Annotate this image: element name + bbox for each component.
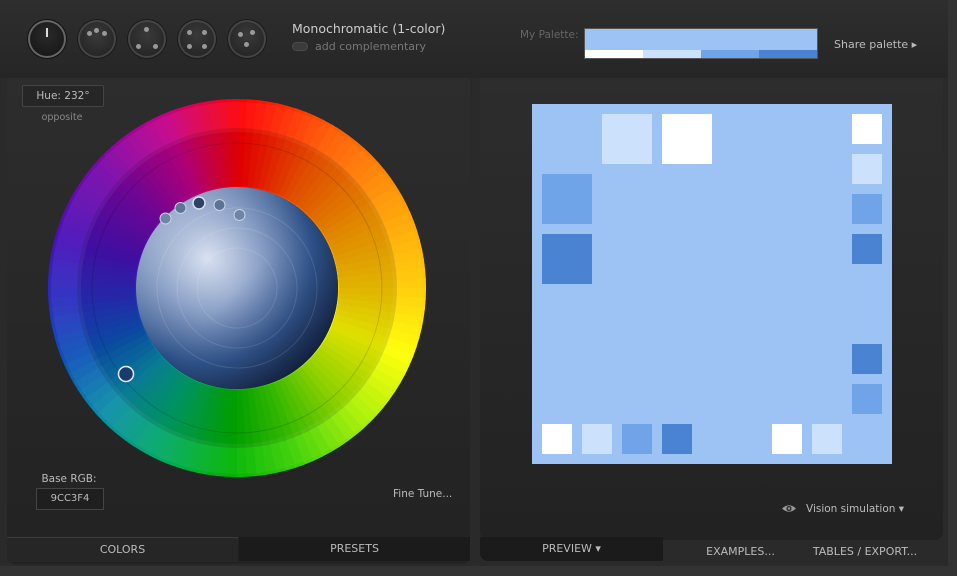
palette-swatch bbox=[759, 50, 817, 58]
palette-swatch bbox=[701, 50, 759, 58]
my-palette-strip[interactable] bbox=[585, 29, 817, 58]
color-wheel[interactable] bbox=[48, 99, 426, 477]
shade-handle[interactable] bbox=[159, 212, 172, 225]
adjacent-scheme-icon[interactable] bbox=[78, 20, 116, 58]
tab-examples[interactable]: EXAMPLES... bbox=[663, 540, 818, 564]
fine-tune-button[interactable]: Fine Tune... bbox=[393, 488, 452, 500]
palette-swatch bbox=[643, 50, 701, 58]
base-color-handle[interactable] bbox=[192, 196, 206, 210]
hue-handle[interactable] bbox=[117, 365, 135, 383]
tab-colors[interactable]: COLORS bbox=[7, 537, 238, 562]
preview-block bbox=[852, 234, 882, 264]
preview-block bbox=[542, 234, 592, 284]
tab-presets[interactable]: PRESETS bbox=[239, 537, 470, 561]
preview-block bbox=[542, 174, 592, 224]
preview-block bbox=[662, 114, 712, 164]
shade-handle[interactable] bbox=[174, 202, 187, 214]
palette-swatch bbox=[585, 50, 643, 58]
tab-tables-export[interactable]: TABLES / EXPORT... bbox=[800, 540, 930, 564]
base-rgb-label: Base RGB: bbox=[41, 473, 97, 485]
preview-block bbox=[582, 424, 612, 454]
complementary-toggle[interactable] bbox=[292, 42, 308, 51]
preview-block bbox=[852, 154, 882, 184]
window-frame bbox=[0, 566, 957, 576]
mono-scheme-icon[interactable] bbox=[28, 20, 66, 58]
vision-simulation-button[interactable]: Vision simulation ▾ bbox=[806, 503, 904, 515]
toolbar: Monochromatic (1-color) add complementar… bbox=[0, 0, 957, 78]
scheme-title: Monochromatic (1-color) bbox=[292, 21, 446, 36]
preview-block bbox=[622, 424, 652, 454]
triad-scheme-icon[interactable] bbox=[128, 20, 166, 58]
preview-block bbox=[662, 424, 692, 454]
base-rgb-input[interactable]: 9CC3F4 bbox=[36, 488, 104, 510]
preview-block bbox=[852, 344, 882, 374]
preview-block bbox=[852, 384, 882, 414]
eye-icon[interactable] bbox=[781, 503, 797, 514]
tetrad-scheme-icon[interactable] bbox=[178, 20, 216, 58]
shade-handle[interactable] bbox=[213, 199, 226, 211]
window-frame bbox=[948, 0, 957, 576]
freestyle-scheme-icon[interactable] bbox=[228, 20, 266, 58]
preview-block bbox=[602, 114, 652, 164]
tab-preview[interactable]: PREVIEW ▾ bbox=[480, 537, 663, 561]
preview-block bbox=[812, 424, 842, 454]
preview-canvas bbox=[532, 104, 892, 464]
share-palette-button[interactable]: Share palette ▸ bbox=[834, 38, 917, 51]
my-palette-label: My Palette: bbox=[520, 29, 579, 41]
complementary-label[interactable]: add complementary bbox=[315, 40, 426, 53]
shade-handle[interactable] bbox=[233, 209, 246, 221]
preview-block bbox=[542, 424, 572, 454]
preview-block bbox=[772, 424, 802, 454]
preview-block bbox=[852, 194, 882, 224]
preview-block bbox=[852, 114, 882, 144]
